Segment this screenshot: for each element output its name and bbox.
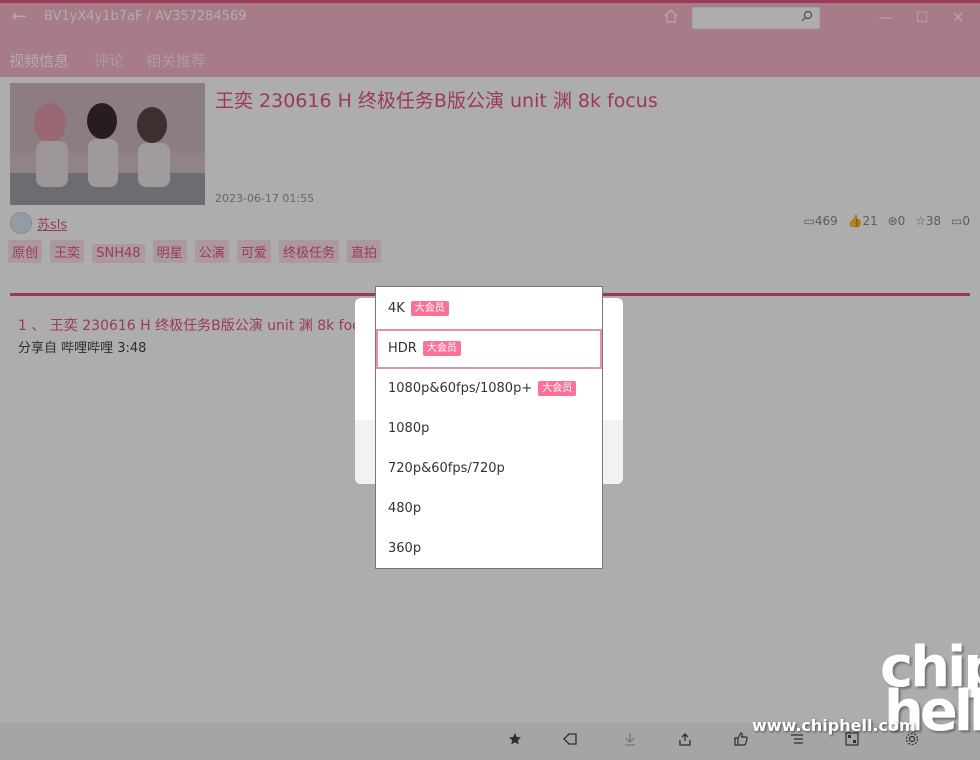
option-label: 360p: [388, 541, 422, 556]
quality-dropdown: 4K 大会员 HDR 大会员 1080p&60fps/1080p+ 大会员 1080p…: [375, 286, 603, 569]
vip-badge: 大会员: [410, 301, 449, 316]
chiphell-watermark: chip hell www.chiphell.com: [752, 640, 980, 750]
vip-badge: 大会员: [538, 381, 577, 396]
quality-option-720p[interactable]: 720p&60fps/720p: [376, 449, 602, 489]
quality-option-1080p-plus[interactable]: 1080p&60fps/1080p+ 大会员: [376, 369, 602, 409]
option-label: 480p: [388, 501, 422, 516]
quality-option-1080p[interactable]: 1080p: [376, 409, 602, 449]
option-label: HDR: [388, 341, 417, 356]
option-label: 1080p: [388, 421, 430, 436]
option-label: 720p&60fps/720p: [388, 461, 505, 476]
quality-option-360p[interactable]: 360p: [376, 529, 602, 569]
option-label: 1080p&60fps/1080p+: [388, 381, 533, 396]
option-label: 4K: [388, 301, 405, 316]
quality-option-480p[interactable]: 480p: [376, 489, 602, 529]
watermark-site: www.chiphell.com: [752, 716, 916, 735]
vip-badge: 大会员: [422, 341, 461, 356]
quality-option-4k[interactable]: 4K 大会员: [376, 289, 602, 329]
quality-option-hdr[interactable]: HDR 大会员: [376, 329, 602, 369]
